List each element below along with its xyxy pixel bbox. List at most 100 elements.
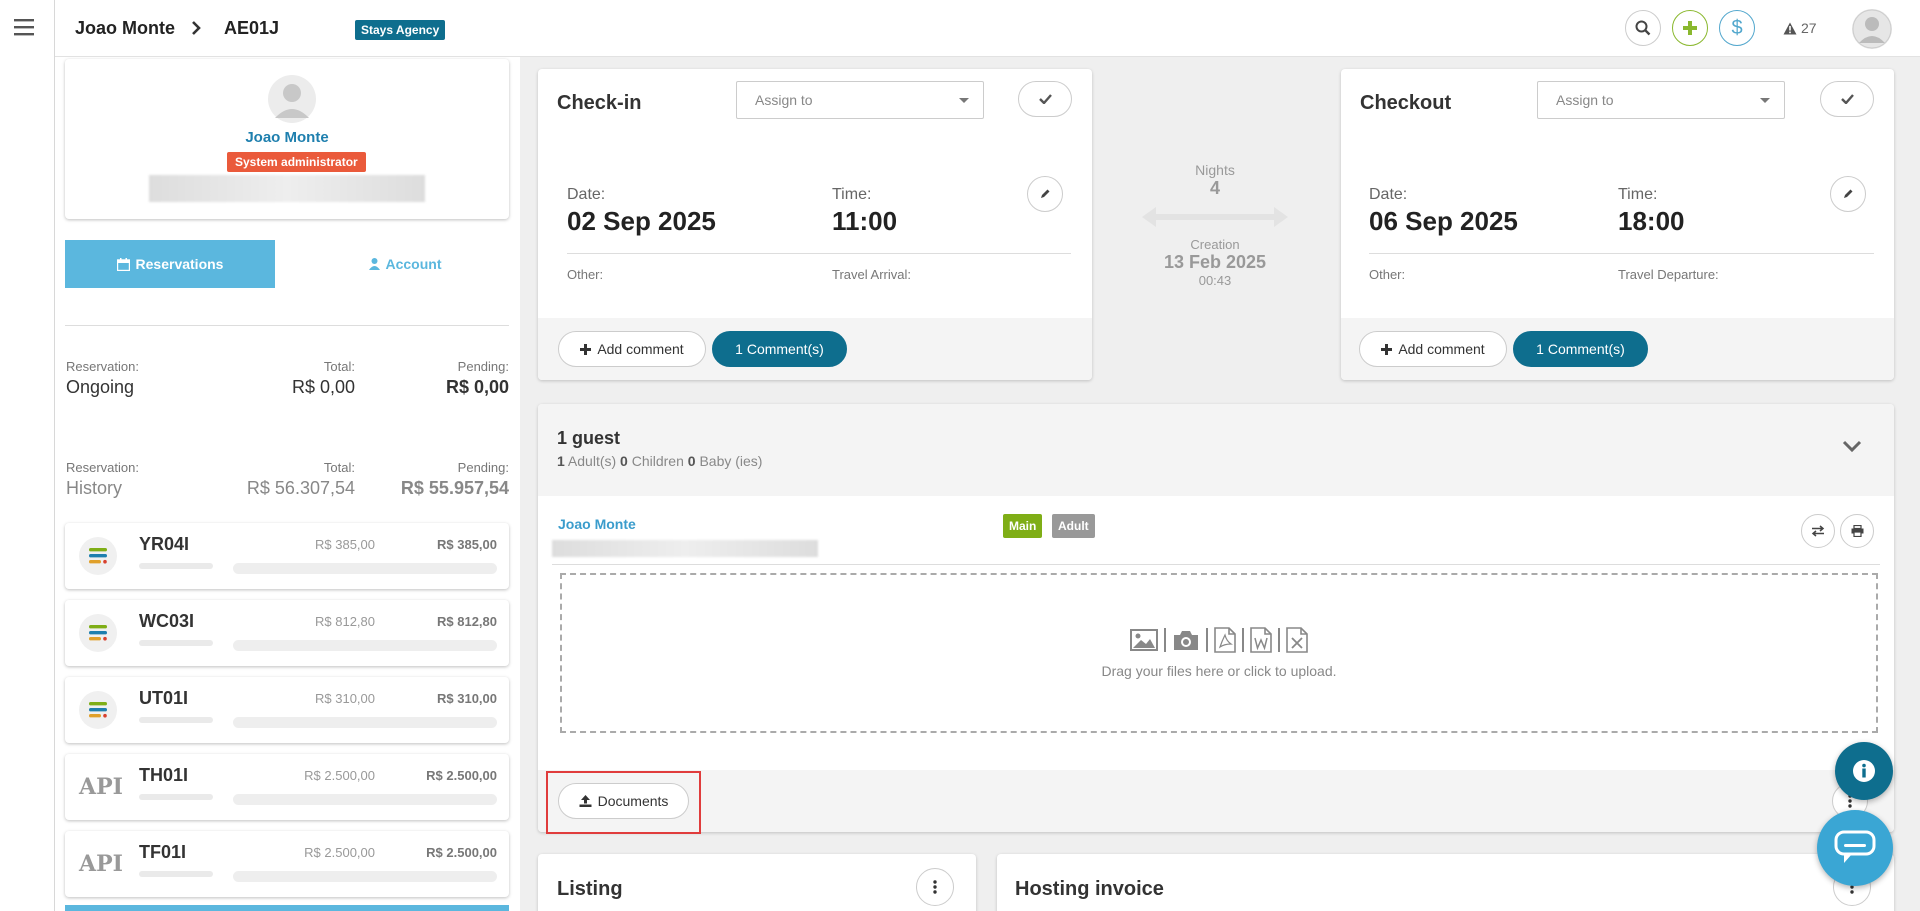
guest-header: 1 guest 1 Adult(s) 0 Children 0 Baby (ie…	[538, 404, 1894, 496]
chat-fab[interactable]	[1817, 810, 1893, 886]
adults-label: Adult(s)	[567, 453, 617, 469]
printer-icon	[1851, 525, 1864, 537]
checkin-panel: Check-in Assign to Date: 02 Sep 2025 Tim…	[538, 69, 1092, 380]
search-button[interactable]	[1625, 10, 1661, 46]
checkin-other-label: Other:	[567, 267, 604, 282]
stack-icon	[79, 691, 117, 729]
user-icon	[368, 258, 380, 270]
reservation-card[interactable]: UT01I R$ 310,00 R$ 310,00	[65, 677, 509, 743]
checkin-add-comment-button[interactable]: Add comment	[558, 331, 706, 367]
search-icon	[1635, 20, 1651, 36]
reservation-progress-bar	[233, 871, 497, 882]
reservation-code: TF01I	[139, 842, 187, 862]
nights-label: Nights	[1195, 162, 1235, 178]
reservation-total: R$ 310,00	[315, 691, 375, 706]
babies-label: Baby (ies)	[699, 453, 763, 469]
reservation-card[interactable]: WC03I R$ 812,80 R$ 812,80	[65, 600, 509, 666]
image-icon	[1130, 629, 1158, 651]
chat-bubble-icon	[1834, 830, 1876, 866]
breadcrumb-reservation-code[interactable]: AE01J	[224, 18, 279, 39]
reservation-pending: R$ 385,00	[437, 537, 497, 552]
checkin-comments-button[interactable]: 1 Comment(s)	[712, 331, 847, 367]
profile-name[interactable]: Joao Monte	[65, 129, 509, 146]
alerts-indicator[interactable]: 27	[1783, 20, 1817, 36]
checkin-assign-select[interactable]: Assign to	[736, 81, 984, 119]
stay-summary: Nights 4 Creation 13 Feb 2025 00:43	[1125, 162, 1305, 288]
checkout-title: Checkout	[1360, 92, 1452, 114]
upload-icon	[579, 795, 592, 807]
checkin-date-label: Date:	[567, 186, 606, 203]
reservation-total: R$ 2.500,00	[304, 845, 375, 860]
hosting-invoice-title: Hosting invoice	[1015, 878, 1164, 900]
checkin-time: 11:00	[832, 206, 898, 236]
stack-icon	[79, 614, 117, 652]
guest-name-link[interactable]: Joao Monte	[558, 516, 636, 532]
listing-panel: Listing	[538, 854, 976, 911]
user-avatar[interactable]	[1852, 9, 1892, 49]
plus-icon	[1381, 343, 1393, 355]
info-fab[interactable]	[1835, 742, 1893, 800]
profile-avatar-icon	[267, 74, 317, 124]
add-button[interactable]	[1672, 10, 1708, 46]
checkout-time-label: Time:	[1618, 186, 1658, 203]
reservation-progress-bar	[233, 717, 497, 728]
tab-account-label: Account	[385, 256, 442, 272]
top-bar: Joao Monte AE01J Stays Agency $ 27	[55, 0, 1920, 57]
checkin-assign-placeholder: Assign to	[755, 92, 813, 108]
reservation-total: R$ 812,80	[315, 614, 375, 629]
print-button[interactable]	[1840, 514, 1874, 548]
warning-icon	[1783, 22, 1797, 35]
file-upload-dropzone[interactable]: Drag your files here or click to upload.	[560, 573, 1878, 733]
reservation-card[interactable]: YR04I R$ 385,00 R$ 385,00	[65, 523, 509, 589]
listing-more-button[interactable]	[916, 868, 954, 906]
reservation-progress-bar	[233, 640, 497, 651]
reservation-card[interactable]: API TF01I R$ 2.500,00 R$ 2.500,00	[65, 831, 509, 897]
check-icon	[1038, 94, 1052, 104]
reservation-total: R$ 385,00	[315, 537, 375, 552]
reservation-progress-bar	[233, 794, 497, 805]
redacted-guest-info	[552, 540, 818, 557]
caret-down-icon	[959, 98, 969, 103]
checkout-add-comment-label: Add comment	[1398, 341, 1485, 357]
checkout-edit-button[interactable]	[1830, 176, 1866, 212]
left-rail	[0, 0, 55, 911]
adults-count: 1	[557, 453, 565, 469]
babies-count: 0	[687, 453, 696, 469]
checkout-confirm-button[interactable]	[1820, 81, 1874, 117]
ongoing-reservation-label: Reservation:	[66, 359, 139, 374]
checkout-date: 06 Sep 2025	[1369, 206, 1518, 236]
guest-count-title: 1 guest	[557, 428, 621, 448]
hamburger-menu-icon[interactable]	[14, 18, 34, 36]
ongoing-pending: R$ 0,00	[445, 377, 509, 397]
checkin-divider	[567, 253, 1071, 254]
history-total: R$ 56.307,54	[246, 478, 355, 498]
checkout-add-comment-button[interactable]: Add comment	[1359, 331, 1507, 367]
alerts-count: 27	[1801, 20, 1817, 36]
reservation-card[interactable]: API TH01I R$ 2.500,00 R$ 2.500,00	[65, 754, 509, 820]
documents-button[interactable]: Documents	[558, 783, 689, 819]
checkout-comments-button[interactable]: 1 Comment(s)	[1513, 331, 1648, 367]
creation-date: 13 Feb 2025	[1163, 252, 1267, 272]
kebab-menu-icon	[933, 880, 937, 894]
reservation-subtext-placeholder	[139, 794, 213, 800]
upload-instructions: Drag your files here or click to upload.	[1101, 663, 1337, 679]
checkout-assign-select[interactable]: Assign to	[1537, 81, 1785, 119]
ongoing-status: Ongoing	[66, 377, 135, 397]
breadcrumb-guest-name[interactable]: Joao Monte	[75, 18, 175, 39]
tab-account[interactable]: Account	[305, 240, 505, 288]
checkin-confirm-button[interactable]	[1018, 81, 1072, 117]
checkin-edit-button[interactable]	[1027, 176, 1063, 212]
reservation-subtext-placeholder	[139, 717, 213, 723]
creation-label: Creation	[1190, 237, 1240, 252]
check-icon	[1840, 94, 1854, 104]
guest-actions-area: Documents	[538, 770, 1894, 834]
tab-reservations[interactable]: Reservations	[65, 240, 275, 288]
reservation-code: WC03I	[139, 611, 195, 631]
api-icon: API	[79, 774, 123, 800]
finance-button[interactable]: $	[1719, 10, 1755, 46]
sidebar-bottom-bar	[65, 905, 509, 911]
plus-icon	[580, 343, 592, 355]
swap-guest-button[interactable]	[1801, 514, 1835, 548]
ongoing-total: R$ 0,00	[291, 377, 355, 397]
collapse-chevron-icon[interactable]	[1842, 439, 1862, 453]
